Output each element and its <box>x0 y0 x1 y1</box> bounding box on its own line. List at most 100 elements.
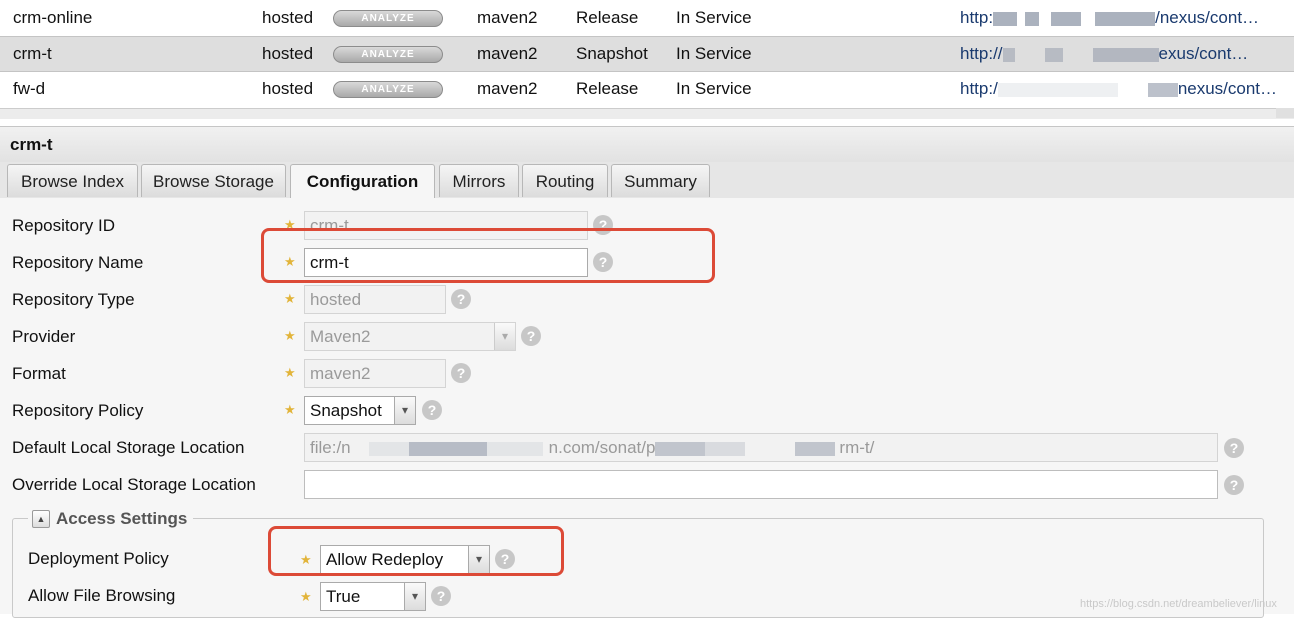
allow-file-browsing-select[interactable]: True ▾ <box>320 582 426 611</box>
url-start: http:/ <box>960 79 998 98</box>
table-row[interactable]: fw-d hosted ANALYZE maven2 Release In Se… <box>0 71 1294 107</box>
provider-label: Provider <box>12 327 76 346</box>
repo-name-cell: crm-t <box>13 44 52 63</box>
repository-grid: crm-online hosted ANALYZE maven2 Release… <box>0 0 1294 119</box>
default-storage-input: file:/n n.com/sonat/p rm-t/ <box>304 433 1218 462</box>
provider-value: Maven2 <box>310 327 371 346</box>
repo-status-cell: In Service <box>676 44 752 63</box>
repository-policy-select[interactable]: Snapshot ▾ <box>304 396 416 425</box>
repo-type-cell: hosted <box>262 8 314 27</box>
repo-name-cell: crm-online <box>13 8 93 27</box>
required-star-icon: ★ <box>284 402 296 417</box>
url-start: http:// <box>960 44 1003 63</box>
redaction <box>1044 47 1063 62</box>
url-start: http: <box>960 8 994 27</box>
allow-file-browsing-value: True <box>326 587 361 606</box>
help-icon[interactable]: ? <box>1224 475 1244 495</box>
help-icon[interactable]: ? <box>451 289 471 309</box>
redaction <box>486 441 543 456</box>
repo-policy-cell: Release <box>576 79 639 98</box>
repository-policy-value: Snapshot <box>310 401 382 420</box>
redaction <box>1095 11 1156 26</box>
watermark: https://blog.csdn.net/dreambeliever/linu… <box>1080 598 1277 610</box>
required-star-icon: ★ <box>284 365 296 380</box>
repo-type-cell: hosted <box>262 44 314 63</box>
repo-format-cell: maven2 <box>477 8 538 27</box>
help-icon[interactable]: ? <box>431 586 451 606</box>
panel-title: crm-t <box>0 126 1294 162</box>
repo-format-cell: maven2 <box>477 44 538 63</box>
repository-policy-label: Repository Policy <box>12 401 144 420</box>
url-end: /nexus/cont… <box>1155 8 1260 27</box>
repository-id-label: Repository ID <box>12 216 115 235</box>
repo-url-link[interactable]: http:/ nexus/cont… <box>960 71 1290 107</box>
redaction <box>1051 11 1082 26</box>
repo-policy-cell: Snapshot <box>576 44 648 63</box>
table-row[interactable]: crm-t hosted ANALYZE maven2 Snapshot In … <box>0 36 1294 72</box>
storage-value-start: file:/n <box>310 438 351 457</box>
help-icon[interactable]: ? <box>422 400 442 420</box>
repository-type-input: hosted <box>304 285 446 314</box>
analyze-button[interactable]: ANALYZE <box>333 10 443 27</box>
repo-name-cell: fw-d <box>13 79 46 98</box>
deployment-policy-label: Deployment Policy <box>28 549 169 568</box>
storage-value-end: rm-t/ <box>839 438 875 457</box>
allow-file-browsing-label: Allow File Browsing <box>28 586 176 605</box>
redaction <box>1147 82 1178 97</box>
redaction <box>655 441 706 456</box>
tab-bar: Browse Index Browse Storage Configuratio… <box>0 162 1294 199</box>
repo-url-link[interactable]: http:// exus/cont… <box>960 37 1290 71</box>
provider-select: Maven2 ▾ <box>304 322 516 351</box>
help-icon[interactable]: ? <box>451 363 471 383</box>
override-storage-label: Override Local Storage Location <box>12 475 256 494</box>
access-settings-fieldset <box>12 518 1264 618</box>
tab-routing[interactable]: Routing <box>522 164 608 197</box>
repo-status-cell: In Service <box>676 8 752 27</box>
tab-browse-index[interactable]: Browse Index <box>7 164 138 197</box>
redaction <box>408 441 487 456</box>
table-row[interactable]: crm-online hosted ANALYZE maven2 Release… <box>0 0 1294 36</box>
required-star-icon: ★ <box>284 291 296 306</box>
grid-scroll-corner <box>1276 108 1294 118</box>
url-end: nexus/cont… <box>1177 79 1278 98</box>
grid-horizontal-scrollbar[interactable] <box>0 108 1294 119</box>
highlight-box-deployment-policy <box>268 526 564 576</box>
help-icon[interactable]: ? <box>521 326 541 346</box>
collapse-icon[interactable]: ▲ <box>32 509 50 528</box>
tab-mirrors[interactable]: Mirrors <box>439 164 519 197</box>
redaction <box>1025 11 1040 26</box>
redaction <box>1092 47 1159 62</box>
required-star-icon: ★ <box>300 589 312 604</box>
format-label: Format <box>12 364 66 383</box>
tab-summary[interactable]: Summary <box>611 164 710 197</box>
redaction <box>705 441 746 456</box>
access-settings-legend[interactable]: ▲ Access Settings <box>28 508 194 530</box>
highlight-box-repository-name <box>261 228 715 283</box>
help-icon[interactable]: ? <box>1224 438 1244 458</box>
analyze-button[interactable]: ANALYZE <box>333 46 443 63</box>
analyze-button[interactable]: ANALYZE <box>333 81 443 98</box>
redaction <box>368 441 409 456</box>
redaction <box>993 11 1018 26</box>
redaction <box>795 441 836 456</box>
default-storage-label: Default Local Storage Location <box>12 438 245 457</box>
chevron-down-icon[interactable]: ▾ <box>404 583 425 610</box>
repo-type-cell: hosted <box>262 79 314 98</box>
required-star-icon: ★ <box>284 328 296 343</box>
repo-format-cell: maven2 <box>477 79 538 98</box>
tab-browse-storage[interactable]: Browse Storage <box>141 164 286 197</box>
storage-value-mid: n.com/sonat/p <box>548 438 656 457</box>
tab-configuration[interactable]: Configuration <box>290 164 435 199</box>
url-end: exus/cont… <box>1158 44 1249 63</box>
access-settings-title: Access Settings <box>56 509 188 528</box>
override-storage-input[interactable] <box>304 470 1218 499</box>
repo-status-cell: In Service <box>676 79 752 98</box>
format-input: maven2 <box>304 359 446 388</box>
chevron-down-icon: ▾ <box>494 323 515 350</box>
repository-name-label: Repository Name <box>12 253 144 272</box>
chevron-down-icon[interactable]: ▾ <box>394 397 415 424</box>
repo-url-link[interactable]: http: /nexus/cont… <box>960 0 1290 36</box>
repository-type-label: Repository Type <box>12 290 135 309</box>
repo-policy-cell: Release <box>576 8 639 27</box>
redaction <box>1002 47 1015 62</box>
